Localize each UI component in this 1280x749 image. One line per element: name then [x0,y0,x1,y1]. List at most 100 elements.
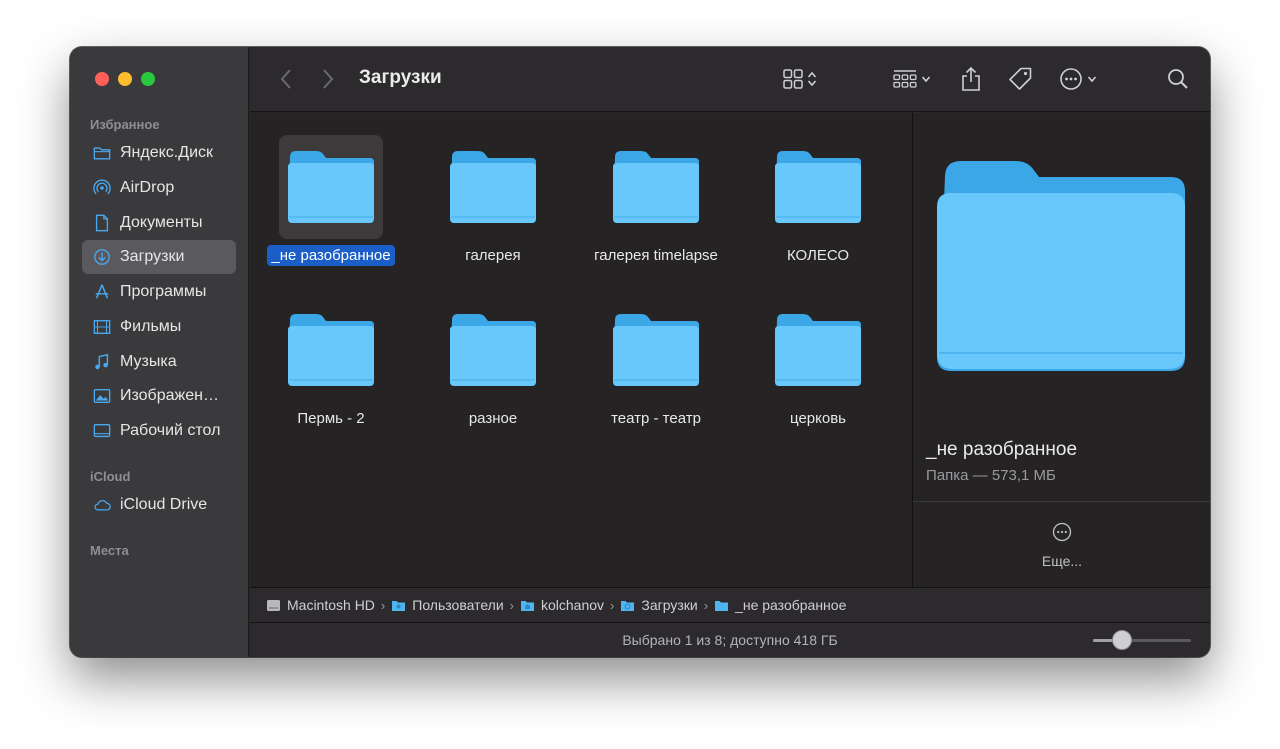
sidebar-item-label: Загрузки [120,248,185,265]
folder-thumbnail[interactable] [441,298,545,402]
ellipsis-circle-icon[interactable] [1052,522,1072,542]
folder-icon [613,151,699,223]
sidebar-item-label: iCloud Drive [120,496,208,513]
zoom-button[interactable] [141,72,155,86]
folder-icon [392,600,406,611]
folder-item[interactable]: церковь [737,298,899,429]
folder-icon [775,151,861,223]
path-item-macintosh-hd[interactable]: Macintosh HD [266,597,375,613]
folder-item[interactable]: галерея [412,135,574,266]
sidebar-item-documents[interactable]: Документы [82,206,236,240]
forward-button[interactable] [316,67,340,91]
finder-window: Избранное Яндекс.Диск AirDrop Документы … [70,47,1210,657]
folder-name[interactable]: разное [465,408,521,429]
folder-name[interactable]: галерея [461,245,524,266]
folder-icon [450,151,536,223]
view-mode-button[interactable] [783,65,817,93]
sidebar-item-pictures[interactable]: Изображен… [82,379,236,413]
photo-icon [92,386,112,406]
group-icon [893,70,917,88]
path-separator: › [610,597,615,613]
folder-thumbnail[interactable] [766,135,870,239]
group-button[interactable] [893,65,931,93]
apps-icon [92,282,112,302]
sidebar-item-label: Документы [120,214,203,231]
file-grid: _не разобранное галерея галерея timelapse К… [250,113,912,587]
close-button[interactable] [95,72,109,86]
path-separator: › [703,597,709,613]
path-item-users[interactable]: Пользователи [391,597,504,613]
downloads-folder-icon [621,600,635,611]
sidebar-item-downloads[interactable]: Загрузки [82,240,236,274]
film-icon [92,317,112,337]
folder-thumbnail[interactable] [279,298,383,402]
disk-icon [267,599,280,611]
folder-name[interactable]: галерея timelapse [590,245,722,266]
folder-item[interactable]: КОЛЕСО [737,135,899,266]
folder-item[interactable]: _не разобранное [250,135,412,266]
status-bar: Выбрано 1 из 8; доступно 418 ГБ [250,623,1210,657]
path-item-downloads[interactable]: Загрузки [620,597,698,613]
sidebar-item-yandex-disk[interactable]: Яндекс.Диск [82,136,236,170]
preview-pane: _не разобранное Папка — 573,1 МБ Еще... [912,113,1210,587]
folder-thumbnail[interactable] [441,135,545,239]
status-text: Выбрано 1 из 8; доступно 418 ГБ [622,632,838,648]
preview-more-button[interactable]: Еще... [913,553,1210,569]
home-folder-icon [521,600,534,611]
tags-button[interactable] [1007,65,1033,93]
path-item-kolchanov[interactable]: kolchanov [520,597,604,613]
sidebar-item-label: Музыка [120,353,177,370]
minimize-button[interactable] [118,72,132,86]
share-button[interactable] [961,65,981,93]
folder-name[interactable]: _не разобранное [267,245,395,266]
folder-name[interactable]: Пермь - 2 [293,408,368,429]
toolbar: Загрузки [250,47,1210,112]
sidebar-item-icloud-drive[interactable]: iCloud Drive [82,488,236,522]
sidebar-section-favorites: Избранное [90,117,160,132]
document-icon [92,213,112,233]
folder-item[interactable]: разное [412,298,574,429]
actions-button[interactable] [1059,65,1097,93]
folder-name[interactable]: КОЛЕСО [783,245,853,266]
folder-thumbnail[interactable] [766,298,870,402]
folder-name[interactable]: церковь [786,408,850,429]
folder-name[interactable]: театр - театр [607,408,705,429]
search-button[interactable] [1167,65,1189,93]
sidebar-item-desktop[interactable]: Рабочий стол [82,414,236,448]
sidebar-item-label: Рабочий стол [120,422,221,439]
folder-icon [288,151,374,223]
sidebar-section-places: Места [90,543,129,558]
sidebar-item-applications[interactable]: Программы [82,275,236,309]
folder-icon [715,600,729,611]
sidebar-item-airdrop[interactable]: AirDrop [82,171,236,205]
sidebar-section-icloud: iCloud [90,469,131,484]
chevron-left-icon [280,69,291,89]
sidebar-item-music[interactable]: Музыка [82,345,236,379]
path-item-current[interactable]: _не разобранное [714,597,846,613]
folder-item[interactable]: театр - театр [575,298,737,429]
sidebar-item-label: Программы [120,283,207,300]
folder-icon [288,314,374,386]
folder-preview-icon [937,161,1185,371]
sidebar-item-label: Фильмы [120,318,182,335]
sidebar-item-label: Изображен… [120,387,219,404]
folder-thumbnail[interactable] [604,298,708,402]
music-icon [92,352,112,372]
path-bar: Macintosh HD › Пользователи › kolchanov … [250,587,1210,623]
folder-icon [613,314,699,386]
grid-view-icon [783,69,803,89]
window-title: Загрузки [359,67,442,88]
folder-icon [450,314,536,386]
chevron-right-icon [323,69,334,89]
path-separator: › [380,597,386,613]
folder-item[interactable]: Пермь - 2 [250,298,412,429]
share-icon [962,66,980,91]
download-icon [92,247,112,267]
sidebar-item-movies[interactable]: Фильмы [82,310,236,344]
preview-divider [913,501,1210,502]
folder-item[interactable]: галерея timelapse [575,135,737,266]
ellipsis-circle-icon [1060,68,1082,90]
folder-thumbnail[interactable] [604,135,708,239]
folder-thumbnail[interactable] [279,135,383,239]
back-button[interactable] [274,67,298,91]
